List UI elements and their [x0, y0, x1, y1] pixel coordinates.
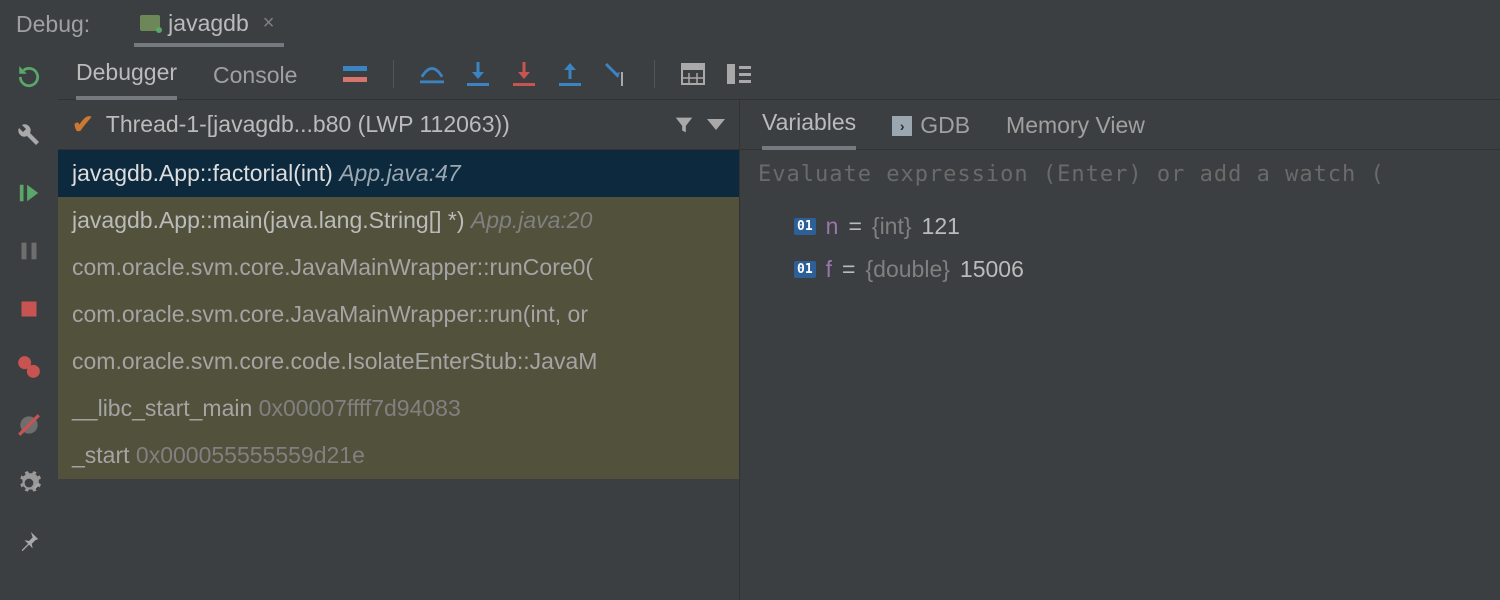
- trace-current-stream-chain-icon[interactable]: [727, 62, 751, 86]
- tab-console[interactable]: Console: [213, 62, 297, 99]
- resume-button[interactable]: [14, 178, 44, 208]
- stack-frame-row[interactable]: com.oracle.svm.core.JavaMainWrapper::run…: [58, 291, 739, 338]
- view-breakpoints-button[interactable]: [14, 352, 44, 382]
- tab-variables[interactable]: Variables: [762, 109, 856, 150]
- stack-frame-row[interactable]: javagdb.App::main(java.lang.String[] *) …: [58, 197, 739, 244]
- show-execution-point-icon[interactable]: [343, 62, 367, 86]
- pin-tab-button[interactable]: [14, 526, 44, 556]
- pause-button[interactable]: [14, 236, 44, 266]
- debug-label: Debug:: [16, 11, 90, 38]
- chevron-down-icon[interactable]: [707, 119, 725, 131]
- variable-row[interactable]: 01f={double}15006: [758, 248, 1482, 291]
- stack-frame-row[interactable]: com.oracle.svm.core.JavaMainWrapper::run…: [58, 244, 739, 291]
- filter-icon[interactable]: [673, 114, 695, 136]
- primitive-badge-icon: 01: [794, 261, 816, 278]
- variable-type: {int}: [872, 213, 912, 240]
- stack-frame-row[interactable]: javagdb.App::factorial(int) App.java:47: [58, 150, 739, 197]
- debug-settings-button[interactable]: [14, 468, 44, 498]
- debug-side-rail: [0, 48, 58, 600]
- variable-list: 01n={int}12101f={double}15006: [740, 199, 1500, 297]
- settings-wrench-button[interactable]: [14, 120, 44, 150]
- variable-name: f: [826, 256, 832, 283]
- run-config-name: javagdb: [168, 10, 249, 37]
- variable-value: 15006: [960, 256, 1024, 283]
- mute-breakpoints-button[interactable]: [14, 410, 44, 440]
- separator: [393, 60, 394, 88]
- separator: [654, 60, 655, 88]
- close-icon[interactable]: ×: [263, 12, 275, 35]
- tab-gdb[interactable]: › GDB: [892, 112, 970, 149]
- run-config-tab[interactable]: javagdb ×: [134, 2, 284, 47]
- thread-name: Thread-1-[javagdb...b80 (LWP 112063)): [106, 111, 661, 138]
- stack-frame-row[interactable]: __libc_start_main 0x00007ffff7d94083: [58, 385, 739, 432]
- run-to-cursor-icon[interactable]: [604, 62, 628, 86]
- gdb-arrow-icon: ›: [892, 116, 912, 136]
- tab-memory-view[interactable]: Memory View: [1006, 112, 1145, 149]
- stack-frame-row[interactable]: _start 0x000055555559d21e: [58, 432, 739, 479]
- evaluate-expression-input[interactable]: Evaluate expression (Enter) or add a wat…: [740, 150, 1500, 199]
- debugger-toolbar: Debugger Console: [58, 48, 1500, 100]
- force-step-into-icon[interactable]: [512, 62, 536, 86]
- frame-list: javagdb.App::factorial(int) App.java:47j…: [58, 150, 739, 600]
- primitive-badge-icon: 01: [794, 218, 816, 235]
- variable-value: 121: [922, 213, 960, 240]
- variables-pane: Variables › GDB Memory View Evaluate exp…: [740, 100, 1500, 600]
- evaluate-expression-icon[interactable]: [681, 62, 705, 86]
- rerun-button[interactable]: [14, 62, 44, 92]
- debug-header: Debug: javagdb ×: [0, 0, 1500, 48]
- step-out-icon[interactable]: [558, 62, 582, 86]
- step-over-icon[interactable]: [420, 62, 444, 86]
- stop-button[interactable]: [14, 294, 44, 324]
- stack-frame-row[interactable]: com.oracle.svm.core.code.IsolateEnterStu…: [58, 338, 739, 385]
- thread-selector[interactable]: ✔ Thread-1-[javagdb...b80 (LWP 112063)): [58, 100, 739, 150]
- variable-name: n: [826, 213, 839, 240]
- tab-gdb-label: GDB: [920, 112, 970, 139]
- run-config-icon: [140, 15, 160, 31]
- variable-row[interactable]: 01n={int}121: [758, 205, 1482, 248]
- step-into-icon[interactable]: [466, 62, 490, 86]
- tab-debugger[interactable]: Debugger: [76, 59, 177, 100]
- variable-type: {double}: [865, 256, 949, 283]
- check-icon: ✔: [72, 109, 94, 140]
- frames-pane: ✔ Thread-1-[javagdb...b80 (LWP 112063)) …: [58, 100, 740, 600]
